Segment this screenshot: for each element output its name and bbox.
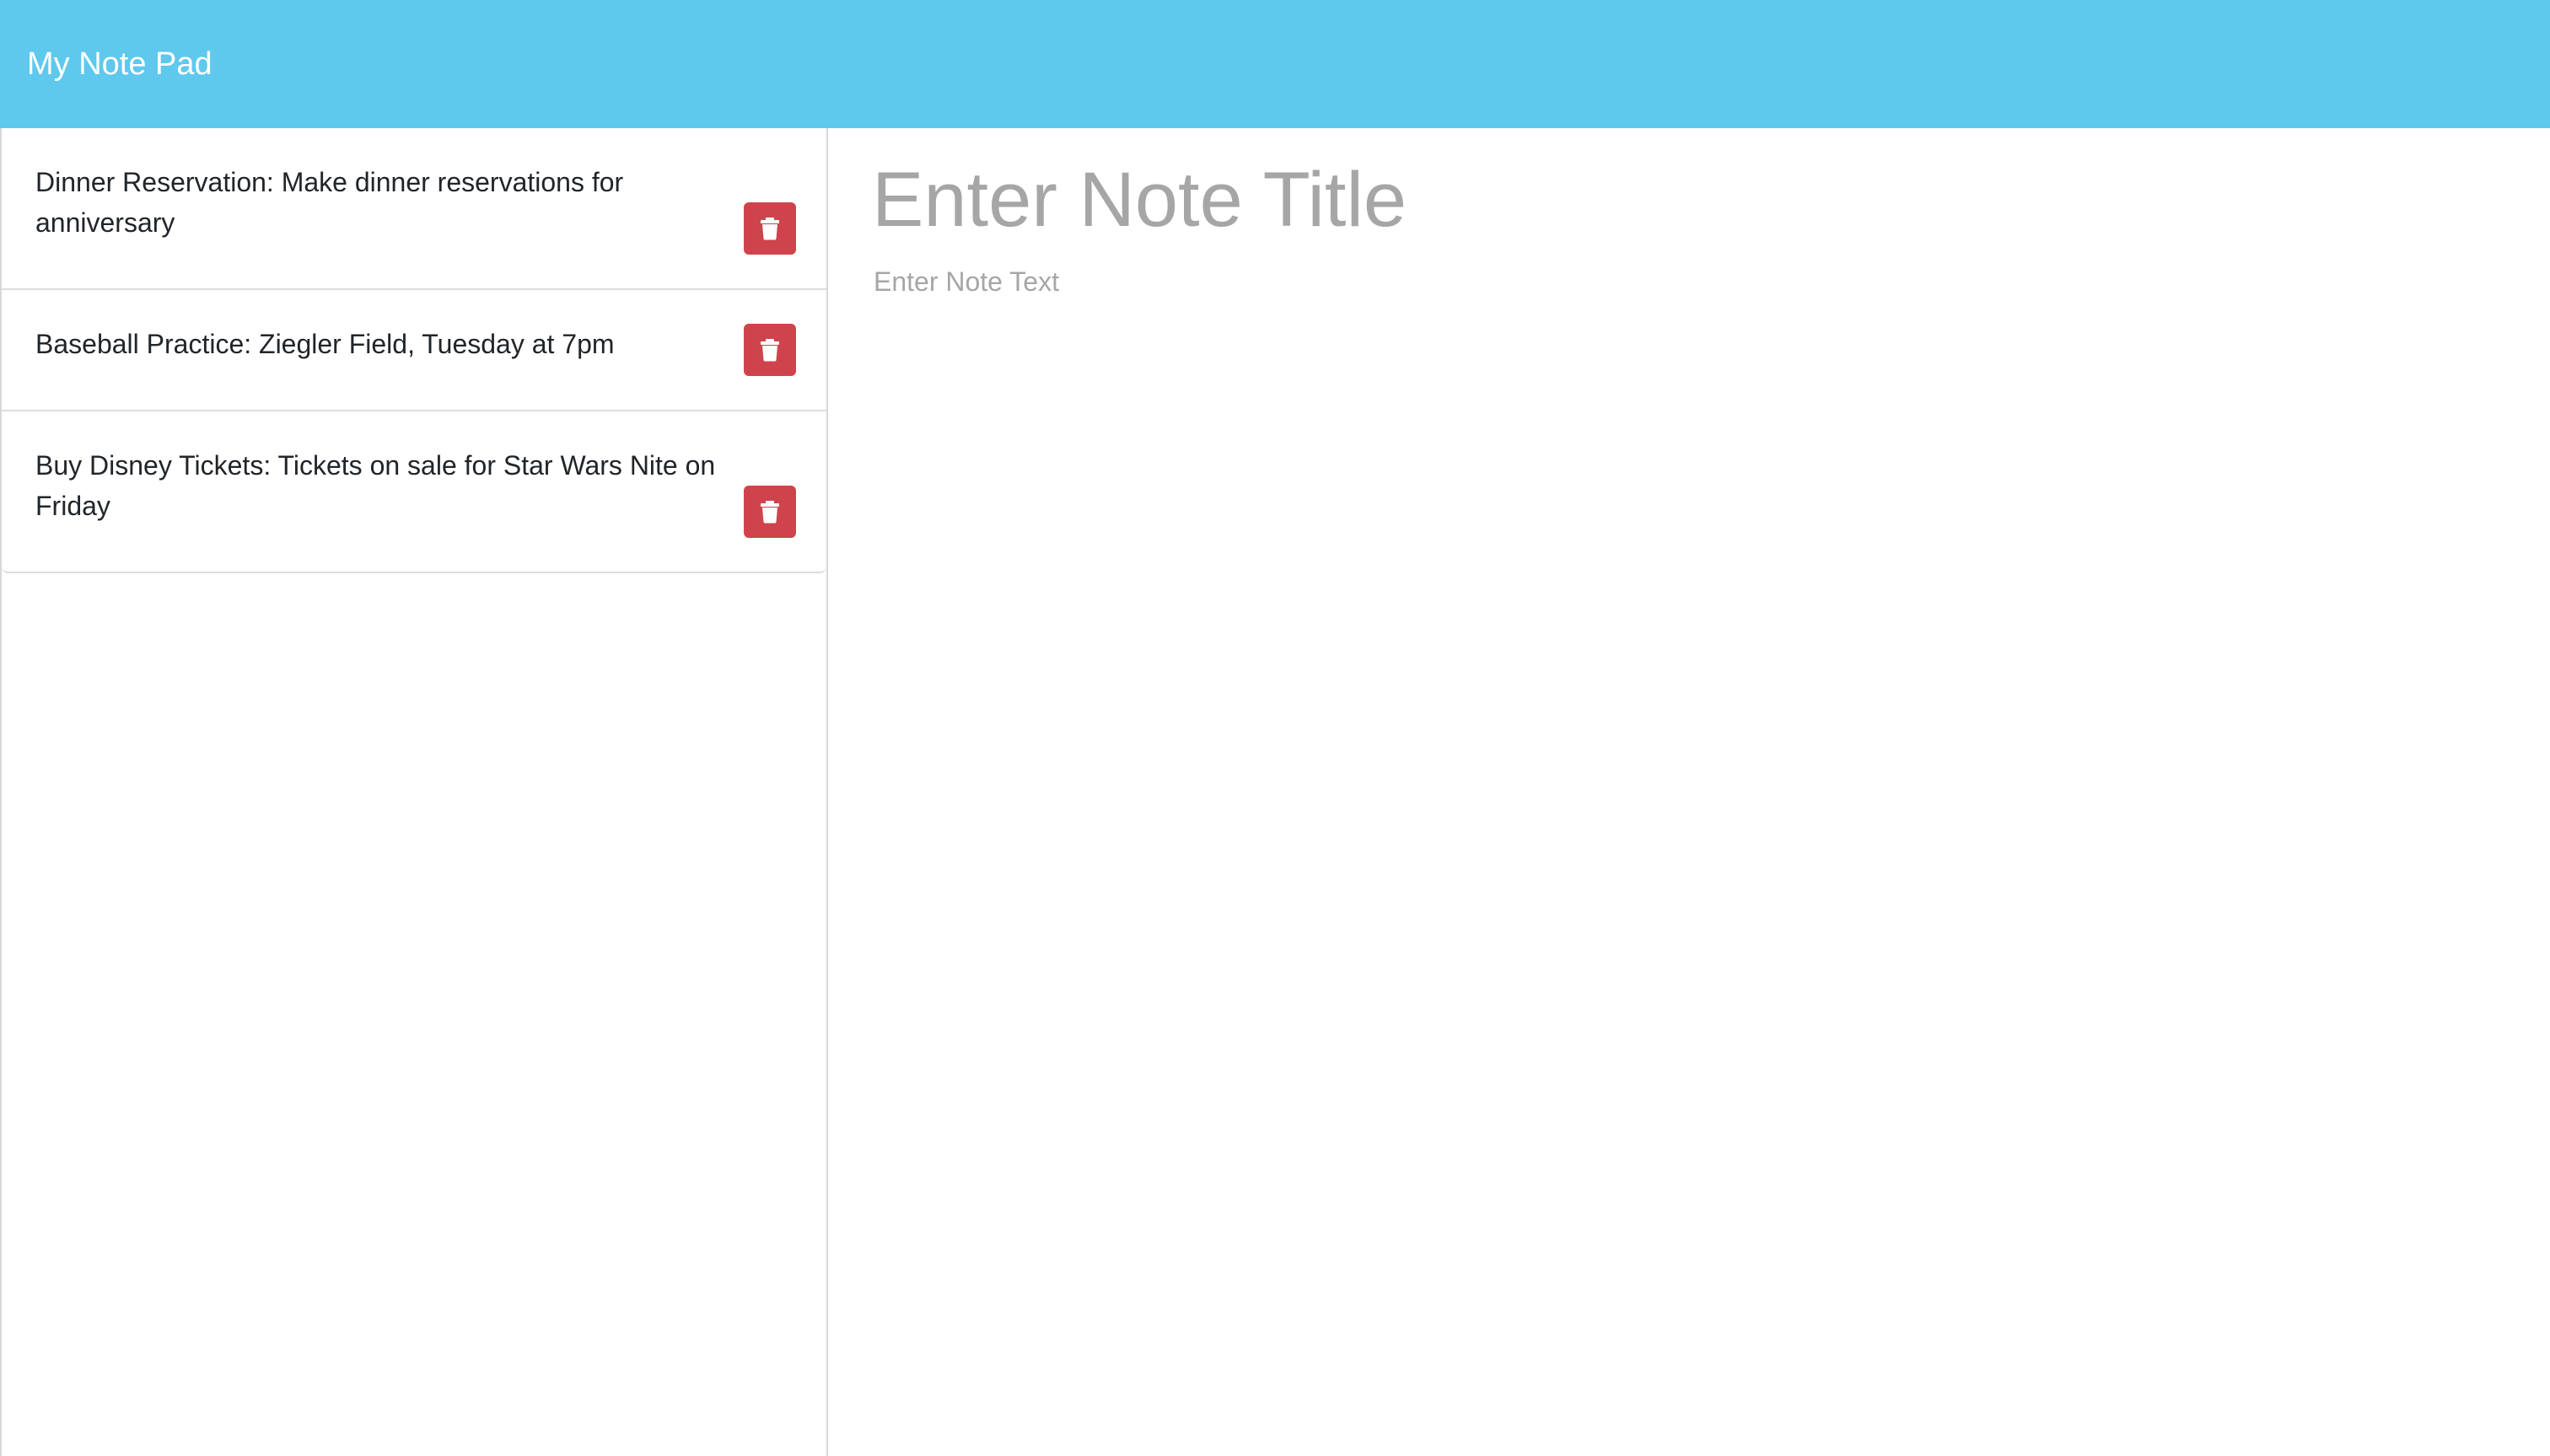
list-item[interactable]: Baseball Practice: Ziegler Field, Tuesda… <box>2 290 826 411</box>
note-list: Dinner Reservation: Make dinner reservat… <box>2 128 826 573</box>
note-text-input[interactable] <box>874 261 2476 767</box>
delete-note-button[interactable] <box>744 486 796 538</box>
note-item-label[interactable]: Buy Disney Tickets: Tickets on sale for … <box>35 445 744 526</box>
note-list-panel: Dinner Reservation: Make dinner reservat… <box>0 128 828 1456</box>
navbar: My Note Pad <box>0 0 2550 128</box>
trash-icon <box>761 218 779 240</box>
delete-note-button[interactable] <box>744 202 796 255</box>
note-item-label[interactable]: Dinner Reservation: Make dinner reservat… <box>35 162 744 243</box>
note-editor <box>828 128 2550 1456</box>
trash-icon <box>761 501 779 524</box>
delete-note-button[interactable] <box>744 324 796 376</box>
list-item[interactable]: Dinner Reservation: Make dinner reservat… <box>2 128 826 290</box>
note-title-input[interactable] <box>872 153 2474 246</box>
brand-link[interactable]: My Note Pad <box>27 40 212 88</box>
trash-icon <box>761 339 779 362</box>
list-item[interactable]: Buy Disney Tickets: Tickets on sale for … <box>2 411 826 573</box>
note-item-label[interactable]: Baseball Practice: Ziegler Field, Tuesda… <box>35 324 744 364</box>
